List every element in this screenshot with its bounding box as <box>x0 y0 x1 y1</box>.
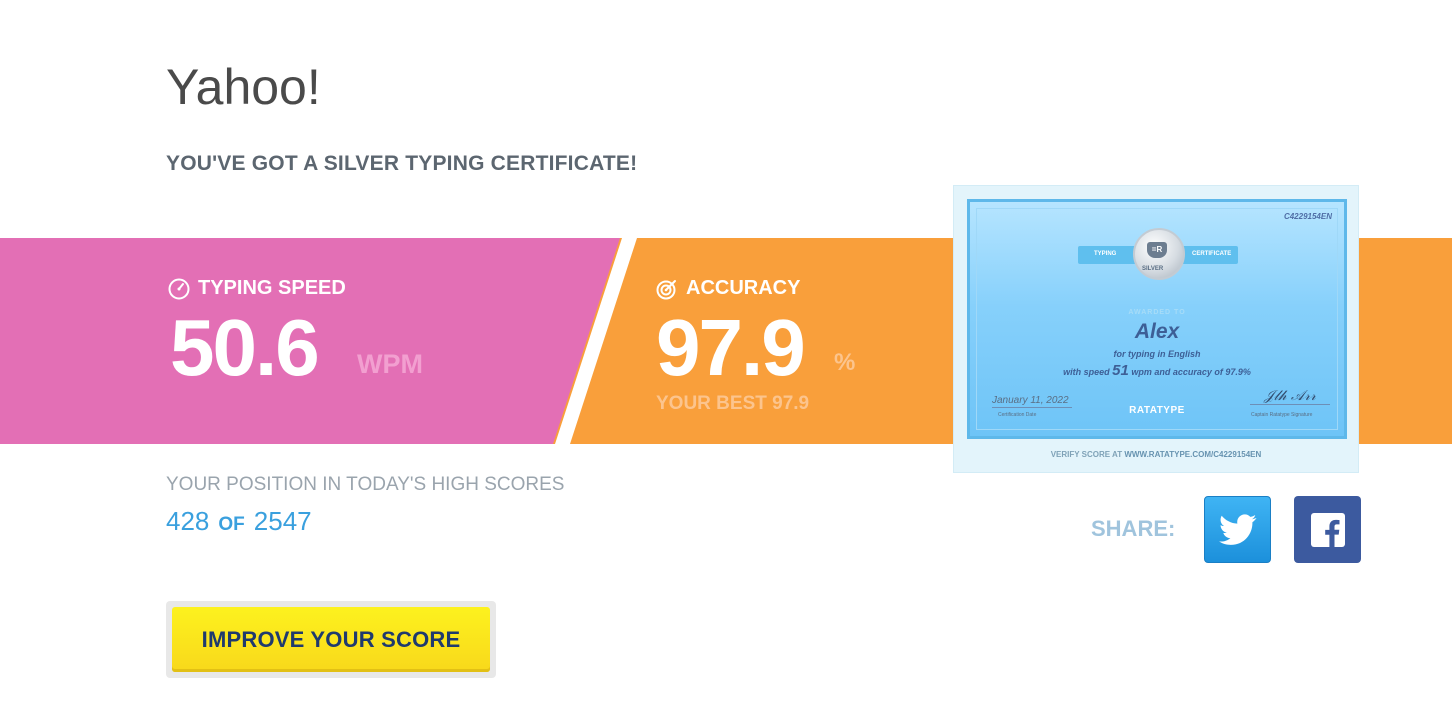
share-label: SHARE: <box>1091 516 1176 541</box>
typing-speed-label: TYPING SPEED <box>168 277 346 300</box>
facebook-share-button[interactable] <box>1294 496 1361 563</box>
cert-stats-pre: with speed <box>1063 367 1110 377</box>
facebook-icon <box>1310 512 1345 547</box>
ribbon-left-text: TYPING <box>1094 251 1117 257</box>
accuracy-value: 97.9 <box>656 303 806 392</box>
accuracy-unit: % <box>834 349 856 376</box>
twitter-icon <box>1218 513 1256 545</box>
certificate-preview[interactable]: C4229154EN TYPING CERTIFICATE =R SILVER … <box>967 199 1347 439</box>
certificate-card[interactable]: C4229154EN TYPING CERTIFICATE =R SILVER … <box>953 185 1359 473</box>
certificate-stats: with speed 51 wpm and accuracy of 97.9% <box>970 362 1344 379</box>
position-total: 2547 <box>253 506 312 536</box>
awarded-to: AWARDED TO <box>1128 309 1186 316</box>
accuracy-label-text: ACCURACY <box>686 277 801 299</box>
improve-button-wrapper: IMPROVE YOUR SCORE <box>166 601 496 678</box>
seal-mark: =R <box>1147 242 1167 258</box>
speedometer-icon <box>168 278 190 299</box>
position-rank: 428 <box>166 506 210 536</box>
twitter-share-button[interactable] <box>1204 496 1271 563</box>
high-scores-label: YOUR POSITION IN TODAY'S HIGH SCORES <box>166 474 565 495</box>
verify-url[interactable]: WWW.RATATYPE.COM <box>1124 450 1211 459</box>
target-icon <box>656 279 676 299</box>
cert-stats-post: wpm and accuracy of 97.9% <box>1131 367 1251 377</box>
certificate-id: C4229154EN <box>1283 212 1332 221</box>
typing-speed-unit: WPM <box>357 349 423 379</box>
typing-speed-label-text: TYPING SPEED <box>198 277 346 299</box>
position-of: OF <box>218 514 245 535</box>
certificate-headline: YOU'VE GOT A SILVER TYPING CERTIFICATE! <box>166 152 638 175</box>
high-scores-position: 428 OF 2547 <box>166 506 312 537</box>
speed-panel-bg <box>0 238 620 444</box>
ribbon-right-text: CERTIFICATE <box>1192 251 1232 257</box>
typing-speed-value: 50.6 <box>170 303 320 392</box>
improve-score-button[interactable]: IMPROVE YOUR SCORE <box>172 607 490 672</box>
accuracy-best: YOUR BEST 97.9 <box>656 393 810 414</box>
verify-suffix: /C4229154EN <box>1211 450 1262 459</box>
cert-stats-speed: 51 <box>1112 362 1129 379</box>
certificate-name: Alex <box>1134 320 1180 343</box>
verify-score-text: VERIFY SCORE AT WWW.RATATYPE.COM/C422915… <box>954 450 1358 459</box>
verify-prefix: VERIFY SCORE AT <box>1050 450 1123 459</box>
accuracy-label: ACCURACY <box>656 277 800 300</box>
certificate-language: for typing in English <box>1113 349 1201 359</box>
page-title: Yahoo! <box>166 59 321 115</box>
signature-caption: Captain Ratatype Signature <box>1251 412 1313 418</box>
signature: 𝒥𝓁𝒽 𝒜𝓇𝓇 <box>1250 388 1330 405</box>
seal-level: SILVER <box>1142 266 1164 272</box>
